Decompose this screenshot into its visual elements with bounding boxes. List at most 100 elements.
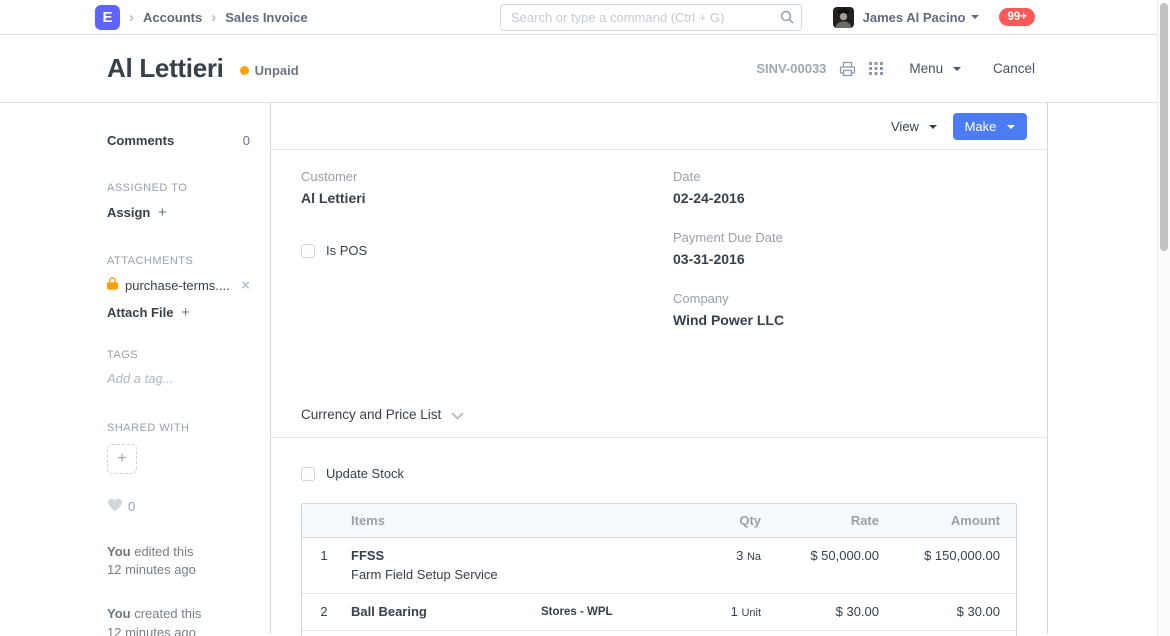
payment-due-date-field[interactable]: Payment Due Date 03-31-2016 <box>673 230 1017 267</box>
page-title: Al Lettieri <box>107 53 224 84</box>
activity-action: edited this <box>134 544 193 559</box>
qty-value: 1 <box>731 604 738 619</box>
avatar[interactable] <box>833 7 854 28</box>
plus-icon: + <box>158 204 167 221</box>
make-button[interactable]: Make <box>953 113 1027 140</box>
activity-time: 12 minutes ago <box>107 562 196 577</box>
like-button[interactable]: 0 <box>107 498 250 515</box>
add-tag-input[interactable] <box>107 371 237 386</box>
layout-body: Comments 0 ASSIGNED TO Assign + ATTACHME… <box>95 103 1048 634</box>
view-label: View <box>891 119 919 134</box>
uom-label: Unit <box>741 607 761 619</box>
comments-label: Comments <box>107 133 174 148</box>
remove-attachment-icon[interactable]: × <box>241 278 250 293</box>
header-rate: Rate <box>766 513 884 528</box>
title-area: Al Lettieri Unpaid <box>107 53 299 84</box>
table-row[interactable]: 3 Bearing Collar Stores - WPL 1 Nos $ 12… <box>302 631 1016 636</box>
document-id: SINV-00033 <box>756 61 826 76</box>
navbar: E › Accounts › Sales Invoice <box>0 0 1170 35</box>
item-code: Ball Bearing <box>351 604 531 619</box>
header-amount: Amount <box>884 513 1016 528</box>
currency-price-list-section-toggle[interactable]: Currency and Price List <box>271 392 1047 438</box>
make-label: Make <box>965 119 997 134</box>
update-stock-checkbox[interactable] <box>301 467 315 481</box>
head-actions: SINV-00033 Menu Cancel <box>756 61 1035 77</box>
assign-label: Assign <box>107 205 150 220</box>
update-stock-label: Update Stock <box>326 466 404 481</box>
header-items: Items <box>346 513 536 528</box>
lock-icon <box>107 277 118 293</box>
view-button[interactable]: View <box>891 119 937 134</box>
is-pos-label: Is POS <box>326 243 367 258</box>
table-row[interactable]: 2 Ball Bearing Stores - WPL 1 Unit $ 30.… <box>302 594 1016 631</box>
attachments-heading: ATTACHMENTS <box>107 255 250 267</box>
row-index: 2 <box>302 604 346 619</box>
company-field[interactable]: Company Wind Power LLC <box>673 291 1017 328</box>
cancel-button[interactable]: Cancel <box>993 61 1035 76</box>
form-sidebar: Comments 0 ASSIGNED TO Assign + ATTACHME… <box>95 103 270 634</box>
qty-value: 3 <box>736 548 743 563</box>
qty-cell: 1 Unit <box>681 604 766 619</box>
chevron-down-icon <box>953 67 961 71</box>
likes-count: 0 <box>128 499 135 514</box>
status-label: Unpaid <box>255 63 299 78</box>
form-main: View Make Customer Al Lettieri Is P <box>270 103 1048 634</box>
items-table-header: Items Qty Rate Amount <box>302 504 1016 538</box>
row-index: 1 <box>302 548 346 563</box>
header-qty: Qty <box>681 513 766 528</box>
assign-button[interactable]: Assign + <box>107 204 250 221</box>
global-search <box>500 4 802 31</box>
sidebar-item-comments[interactable]: Comments 0 <box>107 133 250 148</box>
shared-with-heading: SHARED WITH <box>107 422 250 434</box>
payment-due-date-value: 03-31-2016 <box>673 251 1017 267</box>
company-label: Company <box>673 291 1017 306</box>
date-field[interactable]: Date 02-24-2016 <box>673 169 1017 206</box>
assigned-to-heading: ASSIGNED TO <box>107 182 250 194</box>
item-description: Farm Field Setup Service <box>351 567 531 582</box>
payment-due-date-label: Payment Due Date <box>673 230 1017 245</box>
attachment-item: purchase-terms.... × <box>107 277 250 293</box>
breadcrumb-accounts[interactable]: Accounts <box>143 10 202 25</box>
uom-label: Na <box>747 551 761 563</box>
print-icon[interactable] <box>839 61 856 77</box>
chevron-down-icon <box>1007 125 1015 129</box>
activity-actor: You <box>107 544 131 559</box>
heart-icon <box>107 498 123 515</box>
chevron-down-icon <box>929 125 937 129</box>
menu-button[interactable]: Menu <box>909 61 961 76</box>
add-share-button[interactable]: + <box>107 444 137 474</box>
page-head: Al Lettieri Unpaid SINV-00033 <box>0 35 1170 103</box>
customer-value: Al Lettieri <box>301 190 659 206</box>
breadcrumb-sales-invoice[interactable]: Sales Invoice <box>225 10 307 25</box>
amount-cell: $ 30.00 <box>884 604 1016 619</box>
vertical-scrollbar[interactable] <box>1157 0 1170 636</box>
items-table: Items Qty Rate Amount 1 FFSS Farm Field … <box>301 503 1017 636</box>
customer-field[interactable]: Customer Al Lettieri <box>301 169 659 206</box>
update-stock-field[interactable]: Update Stock <box>271 438 1047 503</box>
search-icon <box>780 10 794 27</box>
invoice-details-section: Customer Al Lettieri Is POS Date 02-24-2… <box>271 150 1047 392</box>
form-column-left: Customer Al Lettieri Is POS <box>301 169 659 352</box>
app-logo[interactable]: E <box>95 5 120 30</box>
activity-actor: You <box>107 606 131 621</box>
item-code: FFSS <box>351 548 531 563</box>
is-pos-field[interactable]: Is POS <box>301 243 659 258</box>
attach-file-button[interactable]: Attach File + <box>107 304 250 321</box>
chevron-right-icon: › <box>211 9 216 26</box>
comments-count: 0 <box>243 133 250 148</box>
grid-view-icon[interactable] <box>869 62 883 75</box>
tags-heading: TAGS <box>107 349 250 361</box>
form-column-right: Date 02-24-2016 Payment Due Date 03-31-2… <box>659 169 1017 352</box>
scrollbar-thumb[interactable] <box>1160 3 1168 251</box>
search-input[interactable] <box>500 4 802 31</box>
is-pos-checkbox[interactable] <box>301 244 315 258</box>
chevron-down-icon <box>971 15 979 19</box>
user-menu[interactable]: James Al Pacino <box>863 10 966 25</box>
form-toolbar: View Make <box>271 103 1047 150</box>
notifications-badge[interactable]: 99+ <box>999 8 1035 26</box>
activity-entry: You created this 12 minutes ago <box>107 605 250 636</box>
header-warehouse <box>536 513 681 515</box>
attachment-link[interactable]: purchase-terms.... <box>125 278 230 293</box>
currency-section-label: Currency and Price List <box>301 407 441 422</box>
table-row[interactable]: 1 FFSS Farm Field Setup Service 3 Na $ 5… <box>302 538 1016 594</box>
